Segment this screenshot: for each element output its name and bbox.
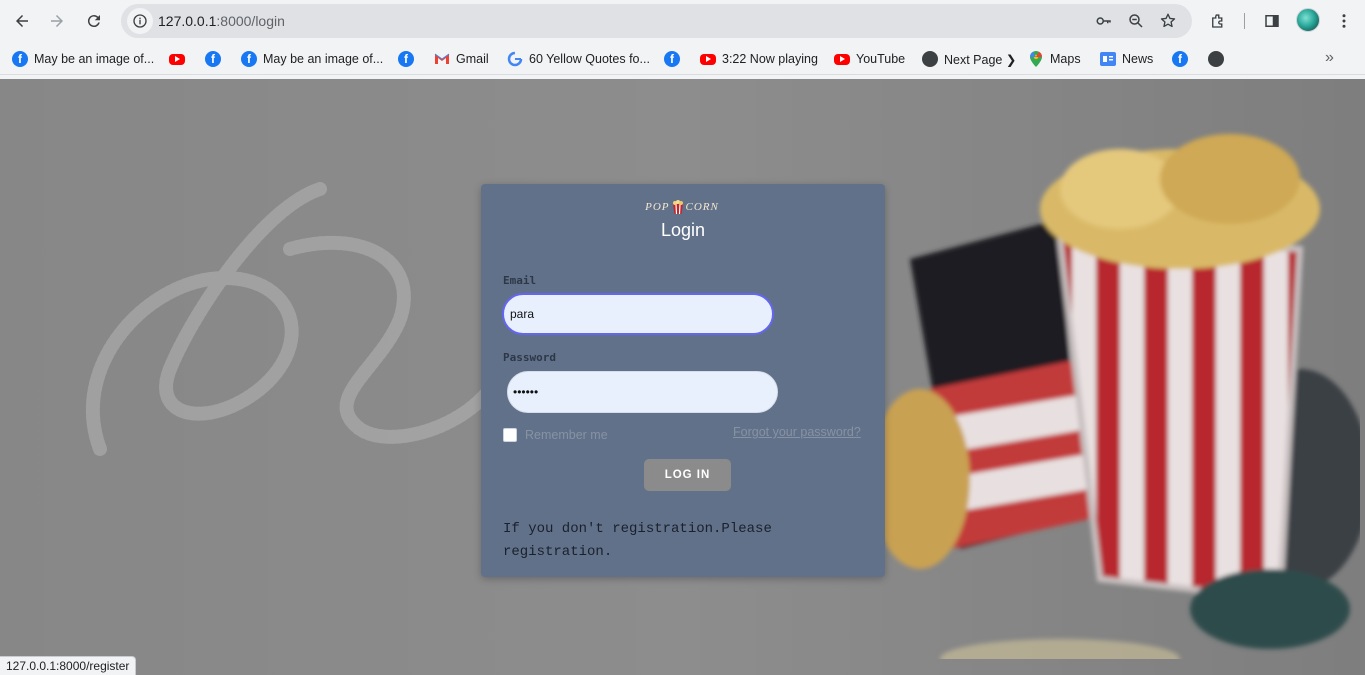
youtube-icon [169,53,185,65]
bookmark-label: 3:22 Now playing [722,52,818,66]
password-value: •••••• [513,385,539,399]
password-label: Password [503,351,556,364]
more-vertical-icon [1342,14,1346,28]
bookmark-item[interactable]: f [664,49,686,69]
bookmark-label: May be an image of... [34,52,155,66]
link-status-bar: 127.0.0.1:8000/register [0,656,137,675]
side-panel-button[interactable] [1259,8,1285,34]
bookmark-item[interactable]: News [1100,49,1153,69]
login-button[interactable]: LOG IN [644,459,731,491]
news-icon [1100,51,1116,67]
facebook-icon: f [664,51,680,67]
url-path: :8000/login [216,13,285,29]
login-card: POP CORN Login Email para Password •••••… [481,184,885,577]
popcorn-box-icon [672,200,683,214]
bookmark-label: Maps [1050,52,1081,66]
bookmark-item[interactable]: 60 Yellow Quotes fo... [507,49,650,69]
bookmark-label: May be an image of... [263,52,384,66]
star-icon [1160,13,1176,28]
remember-me-label: Remember me [525,428,608,442]
bookmark-label: Gmail [456,52,489,66]
email-field[interactable]: para [502,293,774,335]
gmail-icon [434,51,450,67]
chrome-menu-button[interactable] [1331,8,1357,34]
facebook-icon: f [205,51,221,67]
email-value: para [510,307,535,321]
url-host: 127.0.0.1 [158,13,217,29]
bookmark-item[interactable]: f May be an image of... [12,49,154,69]
bookmark-item[interactable]: f [205,49,227,69]
zoom-icon [1129,14,1143,28]
login-title: Login [660,220,706,240]
bookmark-label: News [1122,52,1154,66]
maps-icon [1028,51,1044,67]
address-bar[interactable]: 127.0.0.1:8000/login [121,4,1192,38]
globe-icon [1208,51,1224,67]
logo-text-right: CORN [685,201,719,213]
bookmark-item[interactable]: 3:22 Now playing [700,49,818,69]
logo-text-left: POP [645,201,670,213]
bookmarks-bar: f May be an image of... f f May be an imag… [0,42,1365,75]
back-button[interactable] [8,7,36,35]
remember-me-checkbox[interactable] [503,428,517,442]
background-script-decoration [85,182,497,456]
popcorn-logo: POP CORN [639,198,725,216]
bookmark-item[interactable] [169,49,191,69]
bookmark-item[interactable]: Maps [1028,49,1081,69]
password-key-button[interactable] [1094,11,1114,31]
google-icon [507,51,523,67]
bookmark-item[interactable]: YouTube [834,49,905,69]
profile-avatar[interactable] [1296,8,1320,32]
puzzle-icon [1212,14,1223,28]
page-content: POP CORN Login Email para Password •••••… [0,79,1365,675]
register-link[interactable]: If you don't registration.Please registr… [503,518,833,564]
bookmark-item[interactable]: Next Page ❯ [922,49,1016,69]
globe-icon [922,51,938,67]
forward-button[interactable] [43,7,71,35]
bookmark-item[interactable]: f May be an image of... [241,49,383,69]
youtube-icon [834,53,850,65]
info-icon [133,14,147,28]
browser-toolbar: 127.0.0.1:8000/login [0,0,1365,42]
bookmarks-overflow-icon[interactable]: » [1325,49,1334,67]
youtube-icon [700,53,716,65]
reload-icon [87,15,100,28]
password-field[interactable]: •••••• [507,371,778,413]
side-panel-icon [1265,15,1279,27]
toolbar-divider [1244,13,1245,29]
bookmark-label: Next Page ❯ [944,52,1017,67]
email-label: Email [503,274,537,287]
zoom-button[interactable] [1126,11,1146,31]
bookmark-star-button[interactable] [1158,11,1178,31]
site-info-button[interactable] [127,8,153,34]
facebook-icon: f [241,51,257,67]
bookmark-item[interactable] [1208,49,1230,69]
extensions-button[interactable] [1205,8,1231,34]
bookmark-item[interactable]: f [398,49,420,69]
bookmark-item[interactable]: f [1172,49,1194,69]
bookmark-item[interactable]: Gmail [434,49,489,69]
bookmark-label: 60 Yellow Quotes fo... [529,52,650,66]
facebook-icon: f [1172,51,1188,67]
forward-arrow-icon [51,15,63,27]
key-icon [1096,17,1111,25]
back-arrow-icon [16,15,28,27]
remember-me-row[interactable]: Remember me [503,428,608,442]
reload-button[interactable] [80,7,108,35]
bookmark-label: YouTube [856,52,906,66]
forgot-password-link[interactable]: Forgot your password? [733,425,861,439]
url-text[interactable]: 127.0.0.1:8000/login [158,13,285,29]
facebook-icon: f [398,51,414,67]
facebook-icon: f [12,51,28,67]
